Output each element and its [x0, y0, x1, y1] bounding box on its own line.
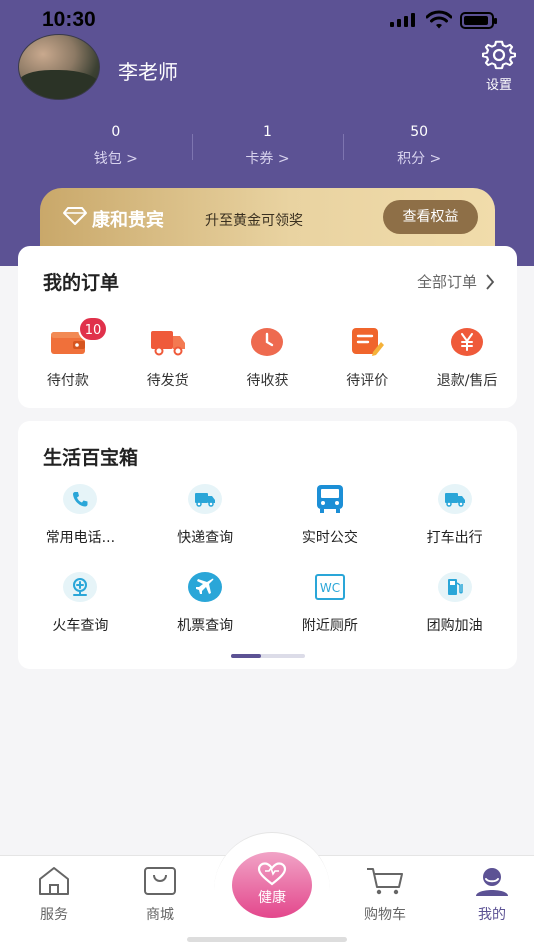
tab-label: 健康	[258, 890, 286, 906]
yen-icon	[451, 328, 484, 356]
tool-label: 附近厕所	[301, 618, 358, 634]
tool-label: 实时公交	[301, 530, 358, 546]
stat-label: 钱包 >	[93, 151, 138, 167]
vip-title: 康和贵宾	[92, 210, 164, 231]
home-icon	[39, 867, 69, 895]
bus-icon	[316, 485, 343, 513]
account-stats: 0 钱包 > 1 卡券 > 50 积分 >	[40, 124, 495, 170]
tool-taxi[interactable]: 打车出行	[392, 483, 517, 571]
stat-value: 0	[111, 124, 121, 140]
order-label: 待付款	[46, 373, 89, 389]
taxi-icon	[444, 493, 465, 507]
tab-mall[interactable]: 商城	[120, 866, 200, 924]
tool-label: 快递查询	[177, 530, 234, 546]
order-label: 待评价	[346, 373, 389, 389]
stat-wallet[interactable]: 0 钱包 >	[40, 124, 192, 170]
profile-header: 10:30 李老师 设置 0 钱包 > 1 卡券 > 50 积分 > 康和贵宾 …	[0, 0, 534, 266]
fuel-icon	[447, 579, 463, 595]
profile-icon	[476, 868, 508, 896]
stat-value: 1	[263, 124, 272, 140]
tool-label: 火车查询	[52, 618, 109, 634]
heart-icon	[257, 862, 287, 886]
settings-label: 设置	[485, 78, 512, 93]
shopping-bag-icon	[144, 867, 176, 895]
toolbox-title: 生活百宝箱	[43, 447, 139, 469]
tab-health[interactable]: 健康	[232, 852, 312, 918]
chevron-right-icon	[486, 273, 495, 290]
orders-title: 我的订单	[43, 272, 120, 294]
order-pending-receipt[interactable]: 待收获	[218, 324, 318, 390]
express-truck-icon	[195, 493, 216, 507]
train-icon	[73, 578, 88, 596]
carousel-indicator	[231, 654, 305, 658]
svg-text:WC: WC	[320, 581, 340, 595]
stat-coupons[interactable]: 1 卡券 >	[191, 124, 344, 170]
order-label: 退款/售后	[436, 373, 498, 389]
view-benefits-button[interactable]: 查看权益	[383, 200, 478, 234]
status-bar: 10:30	[0, 0, 534, 40]
all-orders-link[interactable]: 全部订单	[417, 271, 495, 292]
tool-phone[interactable]: 常用电话...	[18, 483, 143, 571]
tab-label: 购物车	[364, 907, 406, 923]
stat-value: 50	[410, 124, 429, 140]
diamond-icon	[63, 207, 87, 225]
stat-label: 积分 >	[397, 151, 442, 167]
clock-icon	[251, 328, 284, 356]
wc-icon: WC	[314, 574, 345, 600]
truck-icon	[150, 331, 185, 356]
phone-icon	[73, 492, 88, 507]
tool-label: 团购加油	[426, 618, 483, 634]
badge-count: 10	[78, 316, 108, 342]
stat-points[interactable]: 50 积分 >	[343, 124, 495, 170]
status-time: 10:30	[42, 8, 96, 31]
tool-fuel[interactable]: 团购加油	[392, 571, 517, 659]
order-pending-review[interactable]: 待评价	[317, 324, 417, 390]
tool-label: 打车出行	[426, 530, 483, 546]
tool-label: 常用电话...	[45, 530, 116, 546]
tab-label: 商城	[146, 907, 174, 923]
tool-bus[interactable]: 实时公交	[268, 483, 393, 571]
order-pending-payment[interactable]: 10 待付款	[18, 316, 118, 390]
wifi-icon	[426, 10, 452, 29]
toolbox-card: 生活百宝箱 常用电话... 快递查询 实时公交 打车出行 火车查询 机票查询 W…	[18, 421, 517, 669]
settings-button[interactable]: 设置	[476, 40, 522, 93]
user-name: 李老师	[118, 60, 178, 84]
tab-label: 服务	[40, 907, 68, 923]
plane-icon	[196, 578, 214, 594]
edit-icon	[352, 328, 385, 356]
home-indicator	[187, 937, 347, 942]
tool-express[interactable]: 快递查询	[143, 483, 268, 571]
signal-icon	[390, 13, 415, 27]
order-label: 待收获	[246, 373, 289, 389]
order-pending-shipment[interactable]: 待发货	[118, 324, 218, 390]
tool-label: 机票查询	[177, 618, 234, 634]
stat-label: 卡券 >	[245, 151, 290, 167]
tool-train[interactable]: 火车查询	[18, 571, 143, 659]
tab-label: 我的	[478, 907, 506, 923]
order-refund[interactable]: 退款/售后	[417, 324, 517, 390]
avatar[interactable]	[18, 34, 100, 100]
tool-toilet[interactable]: WC 附近厕所	[268, 571, 393, 659]
tool-flight[interactable]: 机票查询	[143, 571, 268, 659]
gear-icon	[482, 40, 516, 70]
tab-mine[interactable]: 我的	[452, 866, 532, 924]
tab-cart[interactable]: 购物车	[345, 866, 425, 924]
orders-card: 我的订单 全部订单 10 待付款 待发货 待收获 待评价 退款/售后	[18, 246, 517, 408]
vip-subtitle: 升至黄金可领奖	[205, 213, 303, 229]
cart-icon	[367, 868, 403, 895]
order-label: 待发货	[146, 373, 189, 389]
all-orders-label: 全部订单	[416, 273, 477, 291]
battery-icon	[460, 12, 497, 29]
tab-service[interactable]: 服务	[14, 866, 94, 924]
